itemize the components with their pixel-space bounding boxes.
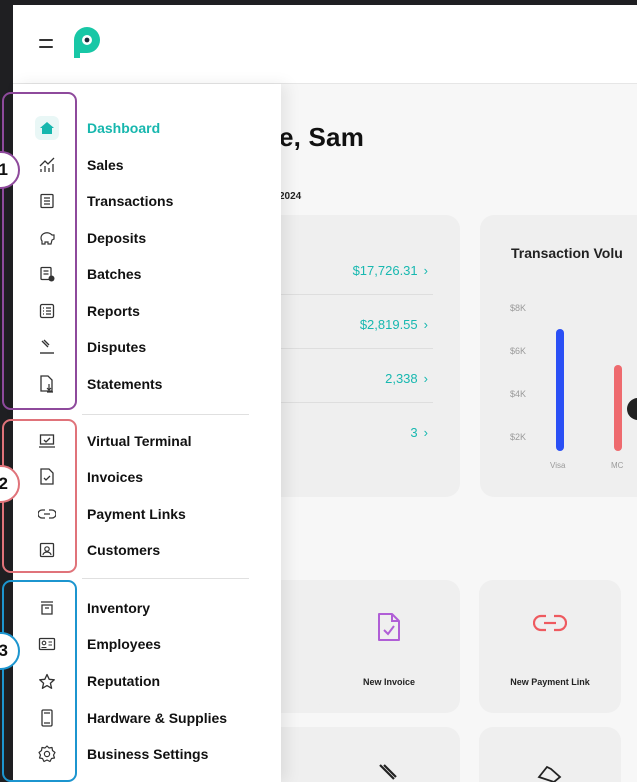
sidebar-item-label: Reports [87, 303, 140, 319]
invoice-icon [376, 612, 402, 642]
quick-action-label: New Payment Link [510, 677, 590, 687]
sidebar-item-label: Deposits [87, 230, 147, 246]
sidebar-item-label: Business Settings [87, 746, 209, 762]
summary-row[interactable]: $2,819.55 › [360, 317, 428, 332]
sidebar-item-label: Inventory [87, 600, 151, 616]
y-tick-label: $2K [510, 432, 527, 442]
p-logo-icon[interactable] [69, 25, 105, 61]
sidebar-item-label: Statements [87, 376, 163, 392]
quick-action-tile[interactable] [318, 727, 460, 782]
new-invoice-tile[interactable]: New Invoice [318, 580, 460, 713]
sidebar-item-label: Batches [87, 266, 142, 282]
hamburger-icon[interactable] [39, 39, 53, 49]
summary-row[interactable]: 2,338 › [385, 371, 428, 386]
divider [273, 348, 433, 349]
gavel-icon [376, 763, 402, 782]
sidebar-divider [82, 414, 249, 415]
transaction-volume-card: Transaction Volu $8K $6K $4K $2K Visa MC [480, 215, 637, 497]
sidebar-item-label: Hardware & Supplies [87, 710, 228, 726]
sidebar-item-label: Sales [87, 157, 124, 173]
divider [273, 294, 433, 295]
chart-title: Transaction Volu [511, 245, 623, 261]
greeting-heading: e, Sam [279, 122, 365, 152]
x-tick-label: Visa [550, 461, 566, 470]
chevron-right-icon: › [423, 263, 428, 278]
quick-action-tile[interactable] [479, 727, 621, 782]
chart-bar-mc[interactable] [614, 365, 622, 451]
sidebar-item-label: Virtual Terminal [87, 433, 192, 449]
sidebar-item-label: Customers [87, 542, 161, 558]
sidebar-item-label: Transactions [87, 193, 174, 209]
handshake-icon [536, 763, 564, 782]
summary-value: $17,726.31 [352, 263, 418, 278]
summary-value: $2,819.55 [359, 317, 418, 332]
sidebar-divider [82, 578, 249, 579]
top-bar [13, 5, 637, 84]
sidebar-item-label: Invoices [87, 469, 144, 485]
divider [273, 402, 433, 403]
x-tick-label: MC [611, 461, 624, 470]
link-icon [533, 612, 567, 634]
summary-row[interactable]: 3 › [410, 425, 428, 440]
date-label: 2024 [279, 191, 302, 202]
group-1-highlight [2, 92, 77, 410]
chevron-right-icon: › [423, 425, 428, 440]
y-tick-label: $8K [510, 303, 527, 313]
summary-row[interactable]: $17,726.31 › [353, 263, 428, 278]
quick-action-label: New Invoice [362, 677, 416, 687]
chart-bar-visa[interactable] [556, 328, 564, 451]
sidebar-item-label: Employees [87, 636, 161, 652]
chevron-right-icon: › [423, 371, 428, 386]
y-tick-label: $6K [510, 346, 527, 356]
sidebar-item-label: Disputes [87, 339, 147, 355]
sidebar-item-label: Reputation [87, 673, 161, 689]
y-tick-label: $4K [510, 389, 527, 399]
sidebar-item-label: Payment Links [87, 506, 186, 522]
group-3-highlight [2, 580, 77, 782]
new-payment-link-tile[interactable]: New Payment Link [479, 580, 621, 713]
chevron-right-icon: › [423, 317, 428, 332]
summary-value: 2,338 [385, 371, 418, 386]
summary-value: 3 [410, 425, 418, 440]
sidebar-item-label: Dashboard [87, 120, 161, 136]
